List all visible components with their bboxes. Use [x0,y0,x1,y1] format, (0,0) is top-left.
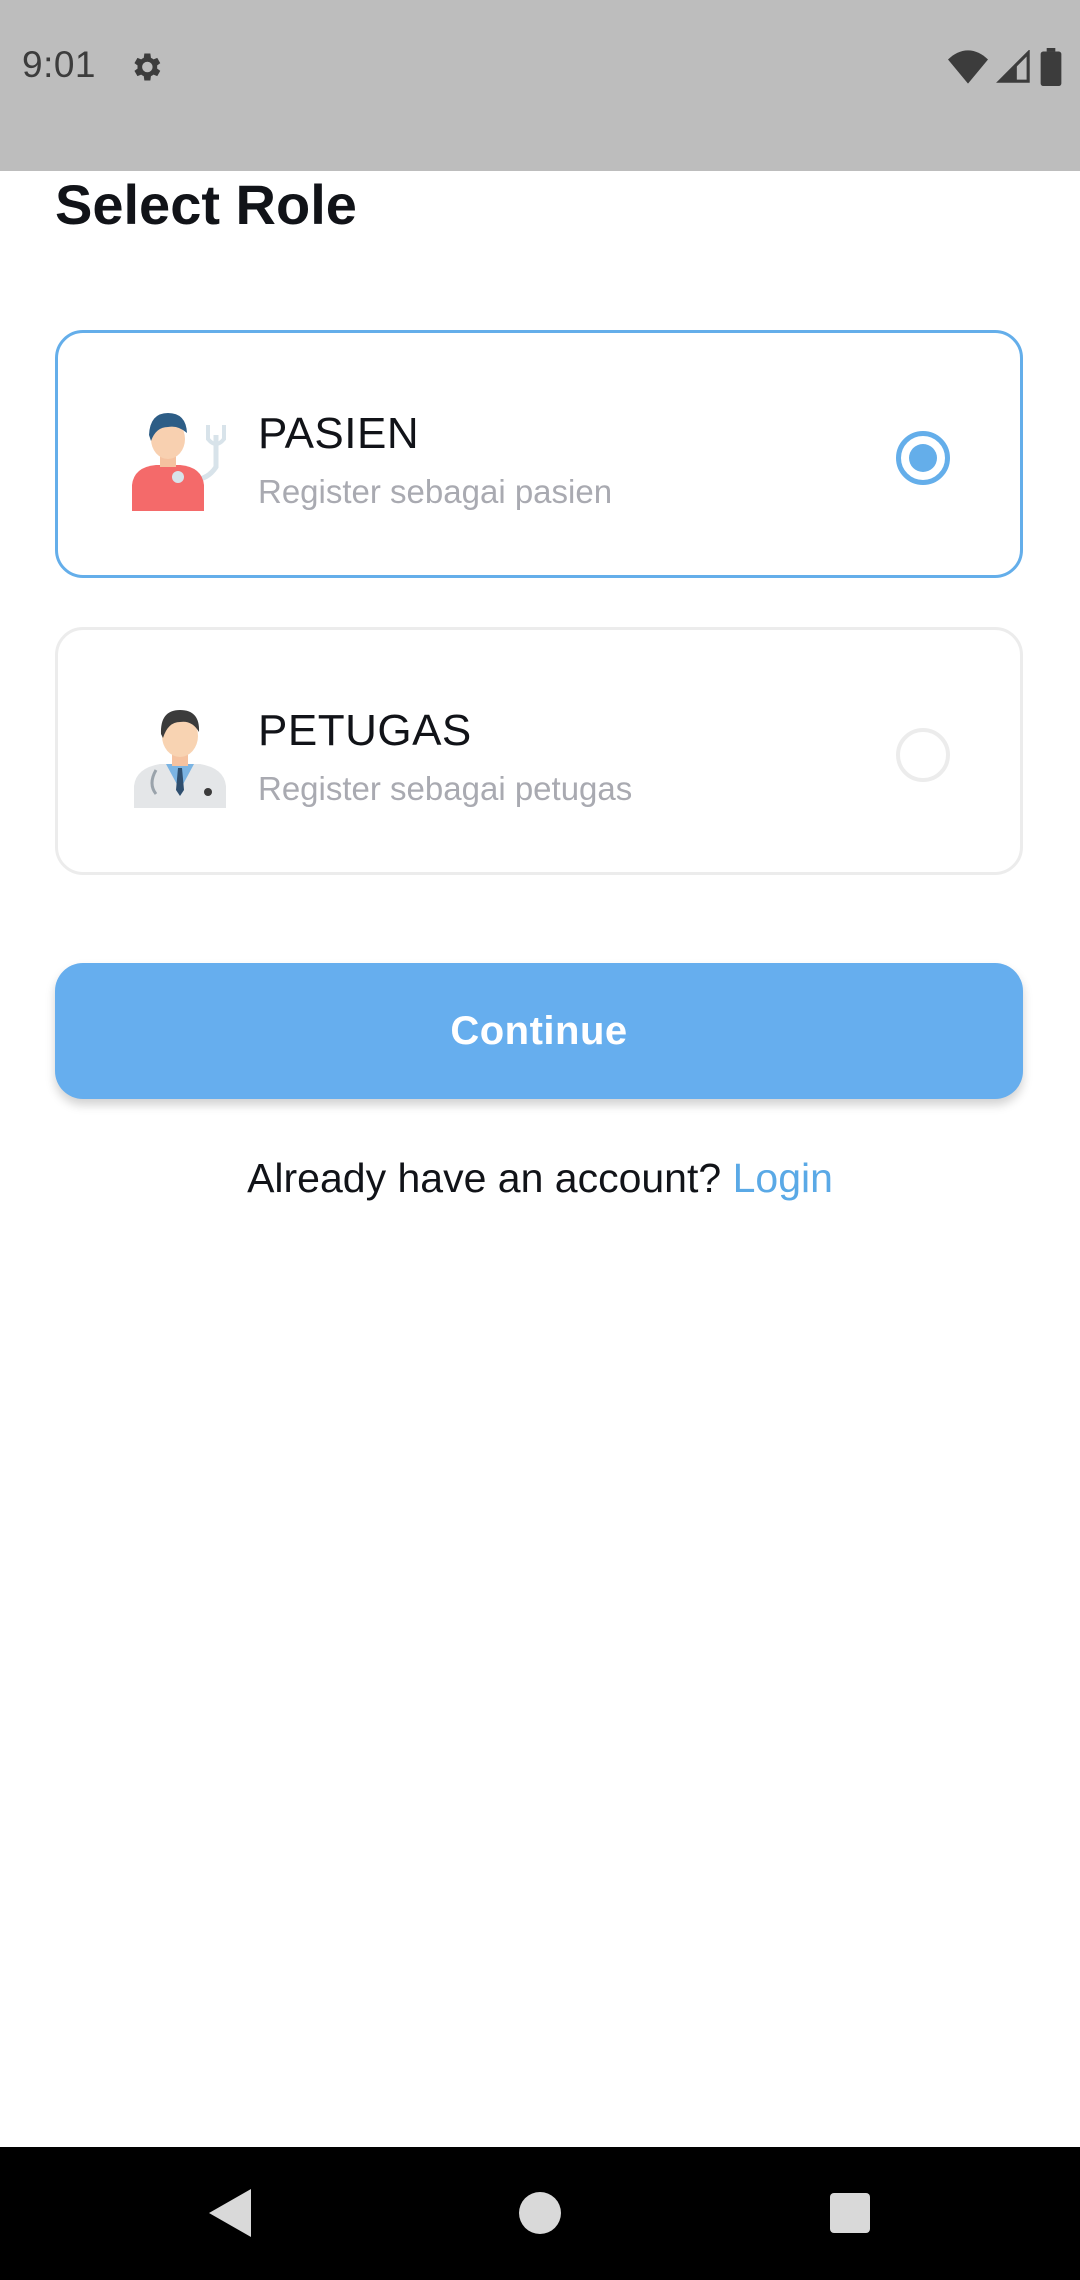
radio-dot [909,444,937,472]
login-prompt: Already have an account? Login [0,1155,1080,1202]
role-card-pasien[interactable]: PASIEN Register sebagai pasien [55,330,1023,578]
role-subtitle-pasien: Register sebagai pasien [258,473,613,510]
recents-icon[interactable] [830,2193,870,2233]
wifi-icon [948,50,988,84]
login-prompt-text: Already have an account? [247,1155,722,1201]
status-time: 9:01 [22,44,97,85]
status-icons [948,48,1062,86]
page-title: Select Role [55,173,357,236]
signal-icon [996,50,1030,83]
home-icon[interactable] [519,2192,561,2234]
status-bar: 9:01 [0,0,1080,171]
radio-pasien-selected[interactable] [896,431,950,485]
doctor-icon [134,710,226,808]
login-link[interactable]: Login [733,1155,833,1201]
back-icon[interactable] [205,2187,255,2239]
nav-bar [0,2147,1080,2280]
continue-button[interactable]: Continue [55,963,1023,1099]
role-card-petugas[interactable]: PETUGAS Register sebagai petugas [55,627,1023,875]
role-title-pasien: PASIEN [258,409,420,458]
patient-icon [132,413,226,511]
radio-petugas-unselected[interactable] [896,728,950,782]
gear-icon [134,53,161,81]
role-title-petugas: PETUGAS [258,706,472,755]
battery-icon [1040,48,1062,86]
role-subtitle-petugas: Register sebagai petugas [258,770,633,807]
